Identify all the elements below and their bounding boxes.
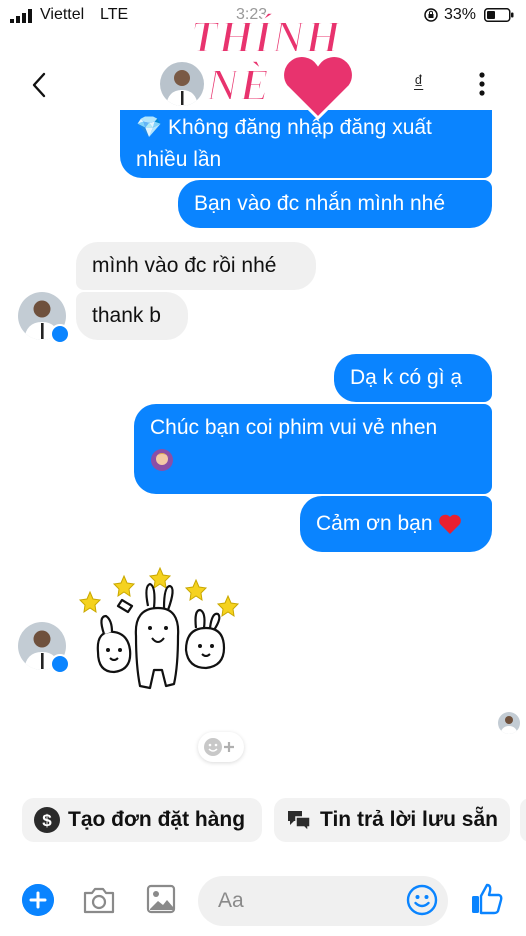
saved-replies-icon <box>288 811 311 833</box>
heart-icon <box>281 54 355 120</box>
thumbs-up-icon[interactable] <box>470 882 504 916</box>
seen-receipt-avatar <box>498 712 520 734</box>
messenger-badge-icon <box>50 324 70 344</box>
carrier-name: Viettel <box>40 6 85 23</box>
saved-replies-button[interactable]: Tin trả lời lưu sẵn <box>274 798 510 842</box>
add-icon[interactable] <box>22 884 54 916</box>
rotation-lock-icon <box>424 8 438 22</box>
message-outgoing[interactable]: Dạ k có gì ạ <box>334 354 492 402</box>
message-outgoing[interactable]: Cảm ơn bạn <box>300 496 492 552</box>
woman-emoji-icon <box>151 449 173 472</box>
message-text: Chúc bạn coi phim vui vẻ nhen <box>150 416 438 439</box>
create-order-button[interactable]: $ Tạo đơn đặt hàng <box>22 798 262 842</box>
quick-reply-label: Tin trả lời lưu sẵn <box>320 808 498 831</box>
battery-icon <box>484 8 514 22</box>
message-outgoing[interactable]: Bạn vào đc nhắn mình nhé <box>178 180 492 228</box>
dollar-icon: $ <box>34 807 60 833</box>
messenger-badge-icon <box>50 654 70 674</box>
camera-icon[interactable] <box>82 884 116 916</box>
message-outgoing[interactable]: Chúc bạn coi phim vui vẻ nhen <box>134 404 492 494</box>
photo-gallery-icon[interactable] <box>146 884 176 914</box>
red-heart-icon <box>439 515 462 535</box>
back-chevron-icon[interactable] <box>28 68 52 102</box>
person-avatar-image <box>498 712 520 734</box>
payment-currency-button[interactable]: ₫ <box>414 72 423 93</box>
logo-line1: THÍNH <box>190 11 342 62</box>
logo-line2: NÈ <box>205 59 270 110</box>
message-incoming[interactable]: thank b <box>76 292 188 340</box>
message-text: Cảm ơn bạn <box>316 512 433 535</box>
message-outgoing[interactable]: 💎 Không đăng nhập đăng xuất nhiều lần <box>120 110 492 178</box>
message-incoming[interactable]: mình vào đc rồi nhé <box>76 242 316 290</box>
bunny-sticker-icon[interactable] <box>78 566 242 706</box>
svg-text:$: $ <box>42 811 52 830</box>
add-reaction-icon[interactable] <box>198 732 244 762</box>
battery-percent: 33% <box>444 6 477 23</box>
network-type: LTE <box>100 6 129 23</box>
signal-icon <box>10 9 32 23</box>
thinh-ne-logo: THÍNH NÈ <box>189 10 355 120</box>
more-quick-replies-button[interactable] <box>520 798 526 842</box>
emoji-icon[interactable] <box>406 884 438 916</box>
more-options-icon[interactable] <box>476 70 488 98</box>
quick-reply-label: Tạo đơn đặt hàng <box>68 808 246 831</box>
